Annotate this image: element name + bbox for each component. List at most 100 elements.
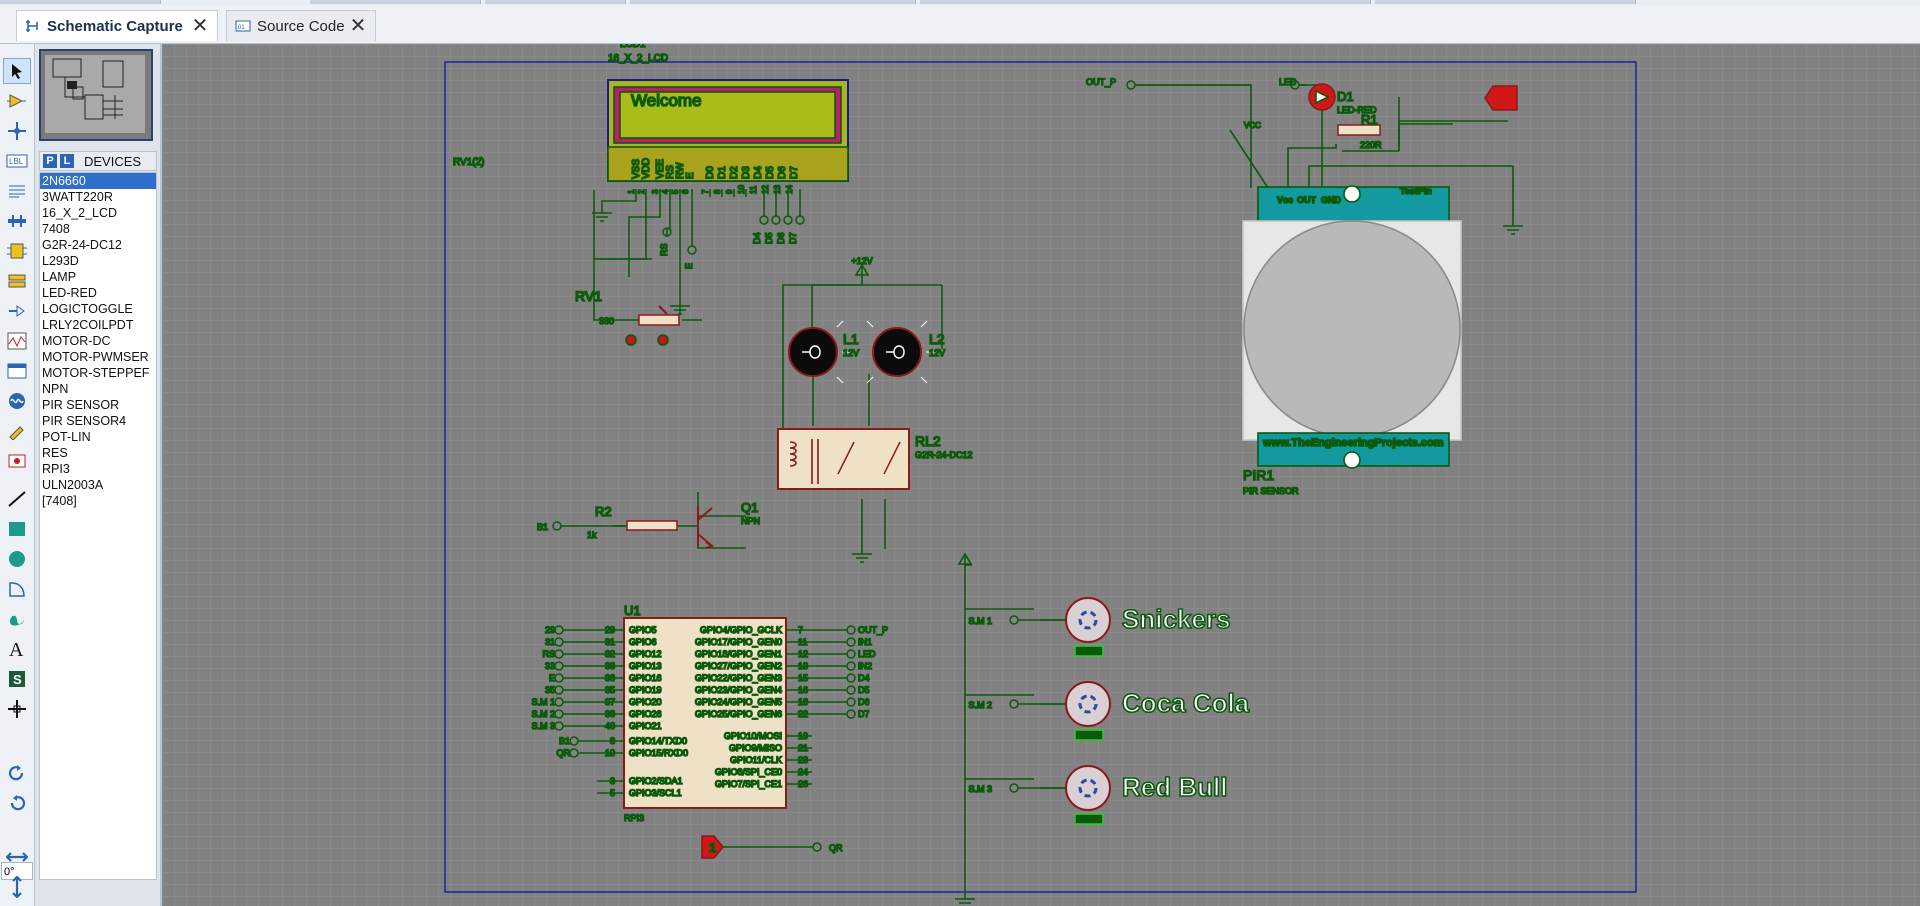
circle-icon[interactable] [3, 546, 31, 572]
device-list-item[interactable]: 3WATT220R [40, 189, 156, 205]
motor-body[interactable] [1065, 681, 1111, 727]
text-script-icon[interactable] [3, 178, 31, 204]
tab-schematic-capture[interactable]: Schematic Capture ✕ [16, 10, 218, 41]
potentiometer-rv1[interactable] [625, 305, 680, 346]
led-d1[interactable] [1308, 83, 1336, 111]
device-list-item[interactable]: MOTOR-PWMSER [40, 349, 156, 365]
marker-icon[interactable] [3, 696, 31, 722]
wire-label-icon[interactable]: LBL [3, 148, 31, 174]
voltage-probe-icon[interactable] [3, 418, 31, 444]
terminal-node [552, 521, 562, 531]
close-icon[interactable]: ✕ [191, 16, 209, 36]
lcd-pin-number: 2 [637, 189, 646, 194]
graph-icon[interactable] [3, 328, 31, 354]
lcd-pin-number: 14 [785, 185, 794, 194]
motor-body[interactable] [1065, 597, 1111, 643]
transistor-q1[interactable] [697, 506, 715, 549]
subcircuit-icon[interactable] [3, 238, 31, 264]
u1-pin-name: GPIO20 [629, 697, 662, 707]
terminal-icon[interactable] [3, 268, 31, 294]
u1-pin-name: GPIO16 [629, 673, 662, 683]
box-icon[interactable] [3, 516, 31, 542]
device-list-item[interactable]: RPI3 [40, 461, 156, 477]
rotate-ccw-icon[interactable] [3, 790, 31, 816]
motor-term: S.M 2 [968, 700, 992, 710]
pir-sensor[interactable] [1242, 185, 1462, 469]
device-list-item[interactable]: LAMP [40, 269, 156, 285]
schematic-label: G2R-24-DC12 [915, 450, 973, 460]
schematic-label: L2 [929, 331, 945, 347]
device-panel-title: DEVICES [84, 153, 142, 169]
arc-icon[interactable] [3, 576, 31, 602]
library-manager-button[interactable]: L [60, 154, 74, 168]
schematic-label: NPN [741, 516, 760, 526]
lcd-pin-number: 3 [651, 189, 660, 194]
device-list-item[interactable]: 2N6660 [40, 173, 156, 189]
svg-text:01: 01 [238, 25, 245, 31]
tape-recorder-icon[interactable] [3, 358, 31, 384]
logic-probe[interactable] [1484, 85, 1518, 111]
junction-icon[interactable] [3, 118, 31, 144]
device-list-item[interactable]: ULN2003A [40, 477, 156, 493]
device-list-item[interactable]: LED-RED [40, 285, 156, 301]
motor-body[interactable] [1065, 765, 1111, 811]
flip-horizontal-icon[interactable] [3, 844, 31, 870]
lcd-pin-number: 6 [681, 189, 690, 194]
line-icon[interactable] [3, 486, 31, 512]
device-list-item[interactable]: G2R-24-DC12 [40, 237, 156, 253]
device-list-item[interactable]: [7408] [40, 493, 156, 509]
device-list-item[interactable]: RES [40, 445, 156, 461]
text-icon[interactable]: A [3, 636, 31, 662]
schematic-label: GPIO3/SCL1 [629, 788, 682, 798]
lamp-l1[interactable] [788, 327, 838, 377]
schematic-label: QR [557, 748, 571, 758]
motor-label: Red Bull [1122, 772, 1227, 802]
motor-term: S.M 3 [968, 784, 992, 794]
schematic-label: GPIO22/GPIO_GEN3 [695, 673, 782, 683]
overview-window[interactable] [39, 49, 153, 141]
schematic-canvas[interactable]: LCD1 16_X_2_LCD Welcome VSS VDD VEE RS RW E D0 D1 D… [160, 44, 1920, 906]
terminal-node [1009, 699, 1019, 709]
component-icon[interactable] [3, 88, 31, 114]
tab-source-code[interactable]: 01 Source Code ✕ [226, 10, 376, 41]
resistor-r2[interactable] [626, 520, 678, 531]
motors[interactable] [1065, 597, 1111, 825]
device-list-item[interactable]: MOTOR-DC [40, 333, 156, 349]
device-list-item[interactable]: LOGICTOGGLE [40, 301, 156, 317]
lcd-pin-label: VDD [641, 158, 652, 179]
device-list-item[interactable]: NPN [40, 381, 156, 397]
device-list-item[interactable]: MOTOR-STEPPEF [40, 365, 156, 381]
relay-rl2[interactable] [777, 428, 910, 490]
schematic-label: www.TheEngineeringProjects.com [1262, 437, 1444, 449]
device-list-item[interactable]: 7408 [40, 221, 156, 237]
device-list-item[interactable]: POT-LIN [40, 429, 156, 445]
current-probe-icon[interactable] [3, 448, 31, 474]
rotate-cw-icon[interactable] [3, 760, 31, 786]
schematic-label: GPIO11/CLK [730, 755, 782, 765]
symbol-icon[interactable]: S [3, 666, 31, 692]
device-pin-icon[interactable] [3, 298, 31, 324]
bus-icon[interactable] [3, 208, 31, 234]
schematic-label: +12V [851, 256, 872, 266]
device-list-item[interactable]: PIR SENSOR4 [40, 413, 156, 429]
schematic-label: 12V [929, 348, 945, 358]
u1-pin-name: GPIO26 [629, 709, 662, 719]
u1-pin-name: GPIO19 [629, 685, 662, 695]
selection-icon[interactable] [3, 58, 31, 84]
schematic-label: GND [1321, 195, 1342, 205]
device-list-item[interactable]: L293D [40, 253, 156, 269]
motor-readout: 0.00 [1081, 647, 1097, 656]
lamp-l2[interactable] [872, 327, 922, 377]
device-list-item[interactable]: LRLY2COILPDT [40, 317, 156, 333]
close-icon[interactable]: ✕ [349, 16, 367, 36]
terminal-node [846, 661, 856, 671]
terminal-node [1126, 80, 1136, 90]
device-list-item[interactable]: PIR SENSOR [40, 397, 156, 413]
u1-pin-name: GPIO12 [629, 649, 662, 659]
device-list-item[interactable]: 16_X_2_LCD [40, 205, 156, 221]
u1-term: 33 [545, 661, 555, 671]
generator-icon[interactable] [3, 388, 31, 414]
path-icon[interactable] [3, 606, 31, 632]
flip-vertical-icon[interactable] [3, 874, 31, 900]
pick-devices-button[interactable]: P [43, 154, 57, 168]
